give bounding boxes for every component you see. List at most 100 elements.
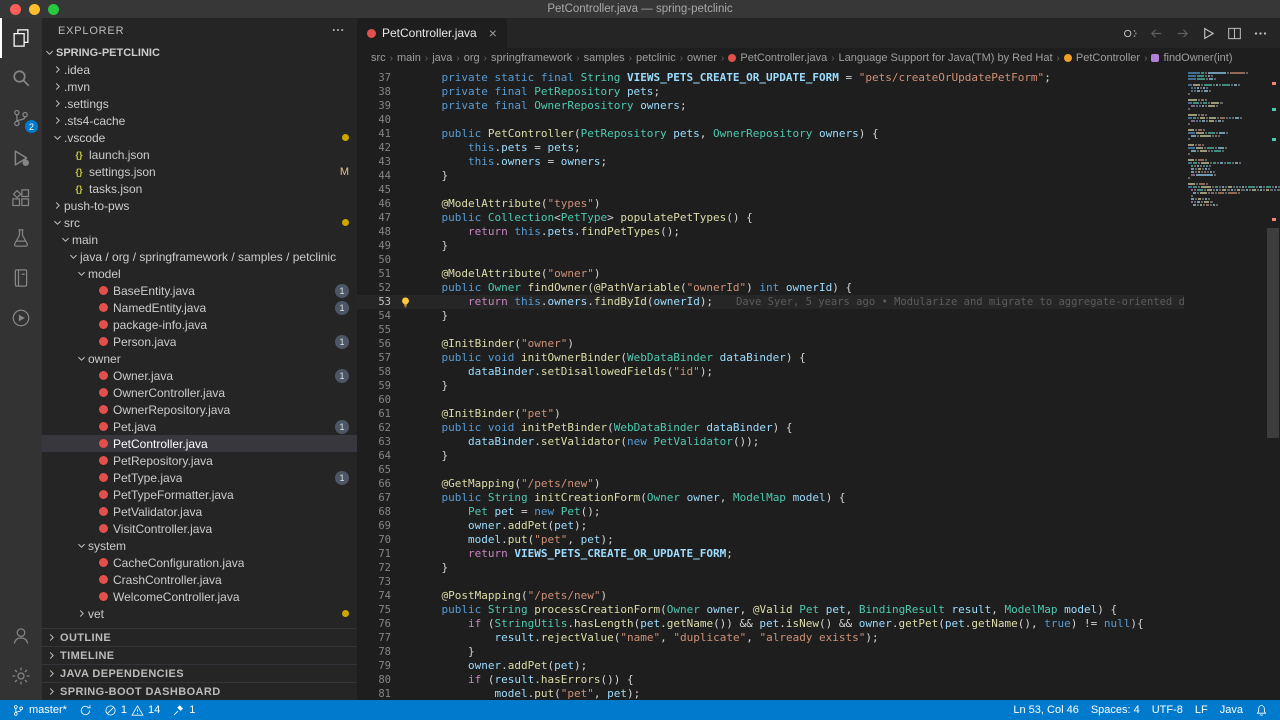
breadcrumb-java[interactable]: java — [432, 52, 452, 64]
file-crashcontroller-java[interactable]: CrashController.java — [42, 571, 357, 588]
code-line-69[interactable]: 69 owner.addPet(pet); — [357, 519, 1184, 533]
file-cacheconfiguration-java[interactable]: CacheConfiguration.java — [42, 554, 357, 571]
breadcrumb-samples[interactable]: samples — [584, 52, 625, 64]
file-pet-java[interactable]: Pet.java1 — [42, 418, 357, 435]
code-line-54[interactable]: 54 } — [357, 309, 1184, 323]
status-problems[interactable]: 114 — [98, 700, 166, 720]
tab-petcontroller-java[interactable]: PetController.java × — [357, 18, 507, 48]
code-line-48[interactable]: 48 return this.pets.findPetTypes(); — [357, 225, 1184, 239]
close-window-button[interactable] — [10, 4, 21, 15]
section-spring-boot-dashboard[interactable]: SPRING-BOOT DASHBOARD — [42, 682, 357, 700]
code-line-73[interactable]: 73 — [357, 575, 1184, 589]
scrollbar-thumb[interactable] — [1267, 228, 1279, 438]
code-line-44[interactable]: 44 } — [357, 169, 1184, 183]
code-line-52[interactable]: 52 public Owner findOwner(@PathVariable(… — [357, 281, 1184, 295]
code-line-76[interactable]: 76 if (StringUtils.hasLength(pet.getName… — [357, 617, 1184, 631]
folder-system[interactable]: system — [42, 537, 357, 554]
code-line-42[interactable]: 42 this.pets = pets; — [357, 141, 1184, 155]
close-tab-icon[interactable]: × — [489, 26, 497, 40]
file-pettype-java[interactable]: PetType.java1 — [42, 469, 357, 486]
minimize-window-button[interactable] — [29, 4, 40, 15]
code-line-46[interactable]: 46 @ModelAttribute("types") — [357, 197, 1184, 211]
code-line-37[interactable]: 37 private static final String VIEWS_PET… — [357, 71, 1184, 85]
code-line-75[interactable]: 75 public String processCreationForm(Own… — [357, 603, 1184, 617]
file-namedentity-java[interactable]: NamedEntity.java1 — [42, 299, 357, 316]
breadcrumb-main[interactable]: main — [397, 52, 421, 64]
code-line-80[interactable]: 80 if (result.hasErrors()) { — [357, 673, 1184, 687]
code-line-64[interactable]: 64 } — [357, 449, 1184, 463]
back-icon[interactable] — [1149, 26, 1164, 41]
breadcrumb-owner[interactable]: owner — [687, 52, 717, 64]
activity-java-projects-button[interactable] — [0, 258, 42, 298]
code-line-65[interactable]: 65 — [357, 463, 1184, 477]
minimap[interactable] — [1186, 68, 1266, 207]
status-language-mode[interactable]: Java — [1214, 700, 1249, 720]
activity-settings-button[interactable] — [0, 656, 42, 696]
code-line-56[interactable]: 56 @InitBinder("owner") — [357, 337, 1184, 351]
split-editor-icon[interactable] — [1227, 26, 1242, 41]
code-line-39[interactable]: 39 private final OwnerRepository owners; — [357, 99, 1184, 113]
status-sync[interactable] — [73, 700, 98, 720]
code-line-41[interactable]: 41 public PetController(PetRepository pe… — [357, 127, 1184, 141]
code-line-58[interactable]: 58 dataBinder.setDisallowedFields("id"); — [357, 365, 1184, 379]
code-editor[interactable]: 37 private static final String VIEWS_PET… — [357, 68, 1280, 700]
code-line-53[interactable]: 53 return this.owners.findById(ownerId);… — [357, 295, 1184, 309]
code-line-62[interactable]: 62 public void initPetBinder(WebDataBind… — [357, 421, 1184, 435]
file-petvalidator-java[interactable]: PetValidator.java — [42, 503, 357, 520]
code-line-72[interactable]: 72 } — [357, 561, 1184, 575]
editor-scrollbar[interactable] — [1266, 68, 1280, 700]
code-line-60[interactable]: 60 — [357, 393, 1184, 407]
breadcrumb-springframework[interactable]: springframework — [491, 52, 572, 64]
activity-run-debug-button[interactable] — [0, 138, 42, 178]
folder-vet[interactable]: vet — [42, 605, 357, 622]
breadcrumb-findowner-int[interactable]: findOwner(int) — [1151, 52, 1232, 64]
activity-accounts-button[interactable] — [0, 616, 42, 656]
code-line-49[interactable]: 49 } — [357, 239, 1184, 253]
status-indentation[interactable]: Spaces: 4 — [1085, 700, 1146, 720]
code-line-79[interactable]: 79 owner.addPet(pet); — [357, 659, 1184, 673]
code-line-57[interactable]: 57 public void initOwnerBinder(WebDataBi… — [357, 351, 1184, 365]
folder-owner[interactable]: owner — [42, 350, 357, 367]
more-actions-icon[interactable] — [1253, 26, 1268, 41]
code-line-61[interactable]: 61 @InitBinder("pet") — [357, 407, 1184, 421]
section-outline[interactable]: OUTLINE — [42, 628, 357, 646]
forward-icon[interactable] — [1175, 26, 1190, 41]
activity-extensions-button[interactable] — [0, 178, 42, 218]
folder-spring-petclinic[interactable]: SPRING-PETCLINIC — [42, 44, 357, 61]
status-eol[interactable]: LF — [1189, 700, 1214, 720]
code-line-78[interactable]: 78 } — [357, 645, 1184, 659]
code-line-47[interactable]: 47 public Collection<PetType> populatePe… — [357, 211, 1184, 225]
code-line-71[interactable]: 71 return VIEWS_PETS_CREATE_OR_UPDATE_FO… — [357, 547, 1184, 561]
file-welcomecontroller-java[interactable]: WelcomeController.java — [42, 588, 357, 605]
code-line-77[interactable]: 77 result.rejectValue("name", "duplicate… — [357, 631, 1184, 645]
folder-sts4-cache[interactable]: .sts4-cache — [42, 112, 357, 129]
folder-src[interactable]: src — [42, 214, 357, 231]
activity-source-control-button[interactable]: 2 — [0, 98, 42, 138]
section-java-dependencies[interactable]: JAVA DEPENDENCIES — [42, 664, 357, 682]
code-line-43[interactable]: 43 this.owners = owners; — [357, 155, 1184, 169]
status-git-branch[interactable]: master* — [6, 700, 73, 720]
folder-settings[interactable]: .settings — [42, 95, 357, 112]
status-tasks[interactable]: 1 — [166, 700, 201, 720]
folder-java-org-springframework-samples-petclinic[interactable]: java / org / springframework / samples /… — [42, 248, 357, 265]
file-person-java[interactable]: Person.java1 — [42, 333, 357, 350]
code-line-50[interactable]: 50 — [357, 253, 1184, 267]
file-ownercontroller-java[interactable]: OwnerController.java — [42, 384, 357, 401]
code-line-51[interactable]: 51 @ModelAttribute("owner") — [357, 267, 1184, 281]
breadcrumb-petclinic[interactable]: petclinic — [636, 52, 676, 64]
breadcrumb-petcontroller[interactable]: PetController — [1064, 52, 1140, 64]
file-ownerrepository-java[interactable]: OwnerRepository.java — [42, 401, 357, 418]
file-petcontroller-java[interactable]: PetController.java — [42, 435, 357, 452]
activity-explorer-button[interactable] — [0, 18, 42, 58]
views-and-more-actions-icon[interactable] — [331, 23, 345, 40]
status-cursor-position[interactable]: Ln 53, Col 46 — [1007, 700, 1084, 720]
folder-mvn[interactable]: .mvn — [42, 78, 357, 95]
breadcrumb-org[interactable]: org — [464, 52, 480, 64]
file-owner-java[interactable]: Owner.java1 — [42, 367, 357, 384]
code-line-45[interactable]: 45 — [357, 183, 1184, 197]
breadcrumb-language-support-for-java-tm-by-red-hat[interactable]: Language Support for Java(TM) by Red Hat — [839, 52, 1053, 64]
breadcrumb-petcontroller-java[interactable]: PetController.java — [728, 52, 827, 64]
code-line-55[interactable]: 55 — [357, 323, 1184, 337]
run-file-icon[interactable] — [1201, 26, 1216, 41]
folder-idea[interactable]: .idea — [42, 61, 357, 78]
